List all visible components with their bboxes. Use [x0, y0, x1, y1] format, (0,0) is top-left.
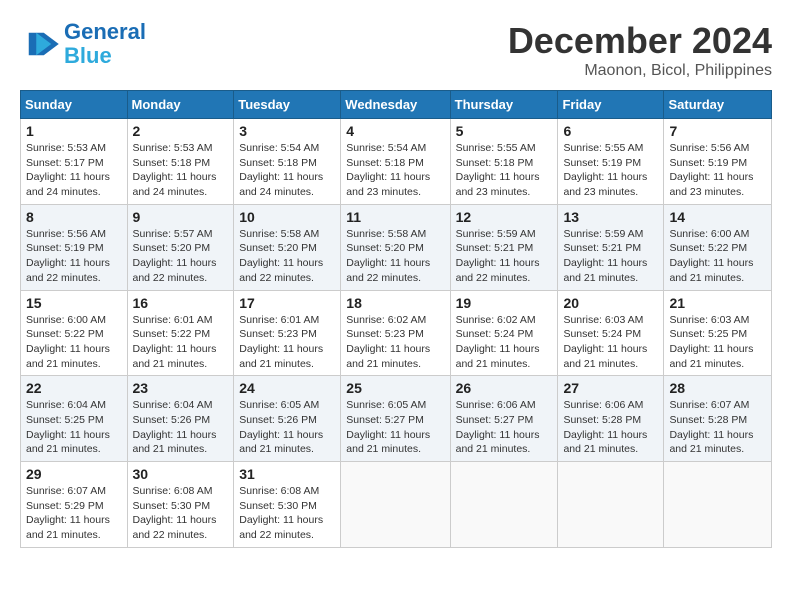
table-row: 7 Sunrise: 5:56 AMSunset: 5:19 PMDayligh… [664, 119, 772, 205]
table-row: 22 Sunrise: 6:04 AMSunset: 5:25 PMDaylig… [21, 376, 128, 462]
month-title: December 2024 [508, 20, 772, 62]
table-row: 8 Sunrise: 5:56 AMSunset: 5:19 PMDayligh… [21, 204, 128, 290]
col-wednesday: Wednesday [341, 91, 450, 119]
table-row [664, 462, 772, 548]
logo-text: General Blue [64, 20, 146, 68]
logo: General Blue [20, 20, 146, 68]
table-row: 5 Sunrise: 5:55 AMSunset: 5:18 PMDayligh… [450, 119, 558, 205]
table-row: 13 Sunrise: 5:59 AMSunset: 5:21 PMDaylig… [558, 204, 664, 290]
logo-icon [20, 29, 60, 59]
table-row: 12 Sunrise: 5:59 AMSunset: 5:21 PMDaylig… [450, 204, 558, 290]
table-row: 1 Sunrise: 5:53 AMSunset: 5:17 PMDayligh… [21, 119, 128, 205]
table-row: 15 Sunrise: 6:00 AMSunset: 5:22 PMDaylig… [21, 290, 128, 376]
table-row: 19 Sunrise: 6:02 AMSunset: 5:24 PMDaylig… [450, 290, 558, 376]
table-row [558, 462, 664, 548]
title-block: December 2024 Maonon, Bicol, Philippines [508, 20, 772, 80]
table-row: 6 Sunrise: 5:55 AMSunset: 5:19 PMDayligh… [558, 119, 664, 205]
location-title: Maonon, Bicol, Philippines [508, 62, 772, 80]
table-row: 10 Sunrise: 5:58 AMSunset: 5:20 PMDaylig… [234, 204, 341, 290]
col-saturday: Saturday [664, 91, 772, 119]
col-friday: Friday [558, 91, 664, 119]
table-row: 27 Sunrise: 6:06 AMSunset: 5:28 PMDaylig… [558, 376, 664, 462]
table-row: 18 Sunrise: 6:02 AMSunset: 5:23 PMDaylig… [341, 290, 450, 376]
calendar-table: Sunday Monday Tuesday Wednesday Thursday… [20, 90, 772, 548]
table-row: 23 Sunrise: 6:04 AMSunset: 5:26 PMDaylig… [127, 376, 234, 462]
page-header: General Blue December 2024 Maonon, Bicol… [20, 20, 772, 80]
table-row: 25 Sunrise: 6:05 AMSunset: 5:27 PMDaylig… [341, 376, 450, 462]
col-sunday: Sunday [21, 91, 128, 119]
table-row: 29 Sunrise: 6:07 AMSunset: 5:29 PMDaylig… [21, 462, 128, 548]
table-row: 11 Sunrise: 5:58 AMSunset: 5:20 PMDaylig… [341, 204, 450, 290]
col-monday: Monday [127, 91, 234, 119]
table-row [450, 462, 558, 548]
calendar-header-row: Sunday Monday Tuesday Wednesday Thursday… [21, 91, 772, 119]
table-row: 26 Sunrise: 6:06 AMSunset: 5:27 PMDaylig… [450, 376, 558, 462]
table-row: 3 Sunrise: 5:54 AMSunset: 5:18 PMDayligh… [234, 119, 341, 205]
table-row: 17 Sunrise: 6:01 AMSunset: 5:23 PMDaylig… [234, 290, 341, 376]
table-row: 16 Sunrise: 6:01 AMSunset: 5:22 PMDaylig… [127, 290, 234, 376]
table-row: 21 Sunrise: 6:03 AMSunset: 5:25 PMDaylig… [664, 290, 772, 376]
table-row: 4 Sunrise: 5:54 AMSunset: 5:18 PMDayligh… [341, 119, 450, 205]
table-row: 20 Sunrise: 6:03 AMSunset: 5:24 PMDaylig… [558, 290, 664, 376]
col-tuesday: Tuesday [234, 91, 341, 119]
table-row: 9 Sunrise: 5:57 AMSunset: 5:20 PMDayligh… [127, 204, 234, 290]
table-row: 30 Sunrise: 6:08 AMSunset: 5:30 PMDaylig… [127, 462, 234, 548]
table-row: 28 Sunrise: 6:07 AMSunset: 5:28 PMDaylig… [664, 376, 772, 462]
table-row: 31 Sunrise: 6:08 AMSunset: 5:30 PMDaylig… [234, 462, 341, 548]
table-row [341, 462, 450, 548]
table-row: 2 Sunrise: 5:53 AMSunset: 5:18 PMDayligh… [127, 119, 234, 205]
col-thursday: Thursday [450, 91, 558, 119]
table-row: 14 Sunrise: 6:00 AMSunset: 5:22 PMDaylig… [664, 204, 772, 290]
table-row: 24 Sunrise: 6:05 AMSunset: 5:26 PMDaylig… [234, 376, 341, 462]
